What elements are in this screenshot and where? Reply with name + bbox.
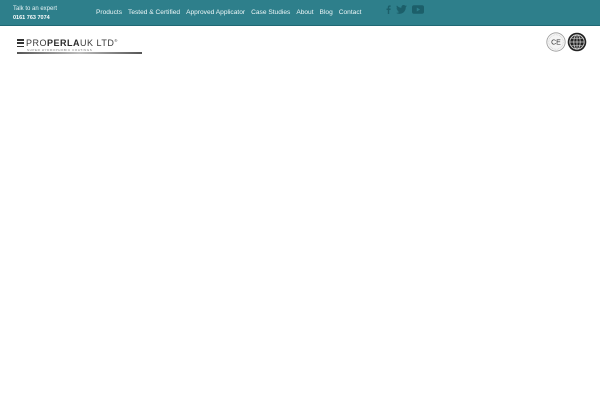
logo-registered: ® <box>114 38 118 43</box>
twitter-icon[interactable] <box>396 5 407 14</box>
nav-blog[interactable]: Blog <box>320 9 333 16</box>
logo-underline <box>17 52 142 54</box>
nav-products[interactable]: Products <box>96 9 122 16</box>
social-links <box>386 5 424 14</box>
main-nav: Products Tested & Certified Approved App… <box>96 9 361 16</box>
logo-wordmark: PROPERLAUK LTD® <box>26 38 118 48</box>
logo-prefix: PRO <box>26 38 48 48</box>
nav-approved-applicator[interactable]: Approved Applicator <box>186 9 245 16</box>
youtube-icon[interactable] <box>412 5 424 14</box>
logo-name: PERLA <box>47 38 81 48</box>
facebook-icon[interactable] <box>386 5 391 14</box>
top-bar: Talk to an expert 0161 763 7074 Products… <box>0 0 600 26</box>
talk-to-expert: Talk to an expert 0161 763 7074 <box>13 5 57 23</box>
nav-contact[interactable]: Contact <box>339 9 362 16</box>
nav-tested-certified[interactable]: Tested & Certified <box>128 9 180 16</box>
globe-certification-icon <box>567 32 587 52</box>
ce-mark-icon: CE <box>546 32 566 52</box>
logo-suffix: UK LTD <box>80 38 115 48</box>
certification-badges: CE <box>546 32 587 52</box>
nav-case-studies[interactable]: Case Studies <box>251 9 290 16</box>
expert-label: Talk to an expert <box>13 6 58 12</box>
logo-mark <box>17 39 24 47</box>
company-logo[interactable]: PROPERLAUK LTD® SUPER HYDROPHOBIC COATIN… <box>17 38 145 56</box>
nav-about[interactable]: About <box>296 9 313 16</box>
ce-mark-text: CE <box>551 40 561 47</box>
phone-number[interactable]: 0161 763 7074 <box>13 14 57 23</box>
